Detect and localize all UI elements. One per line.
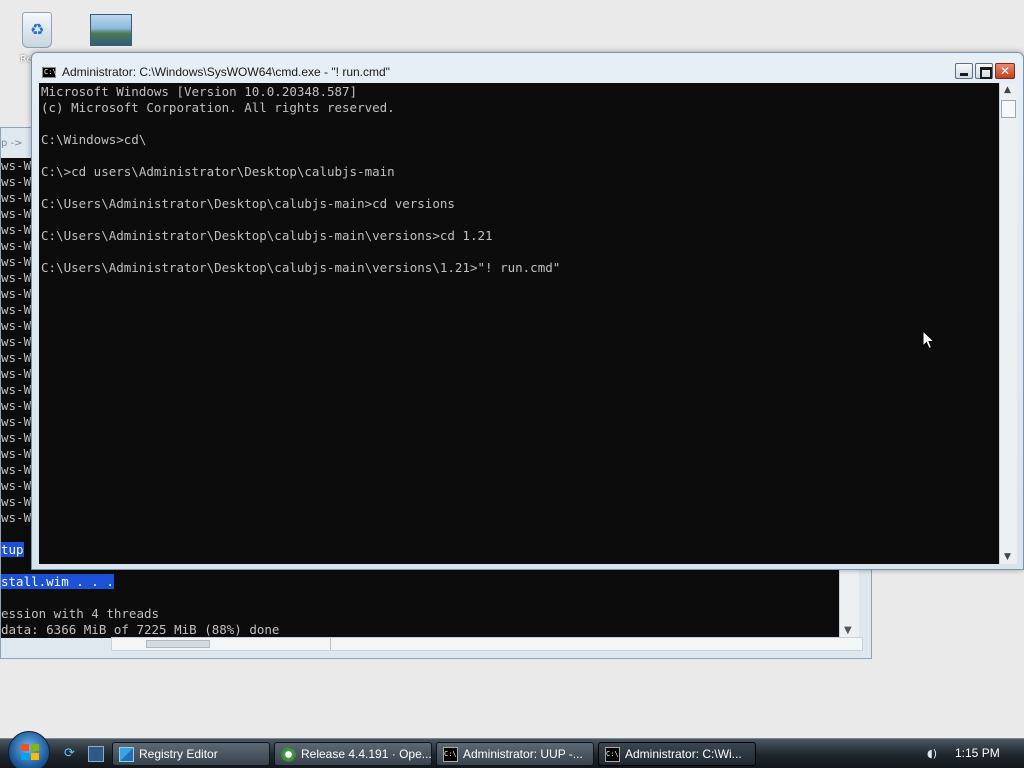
- background-console-line: ws-W: [1, 478, 32, 493]
- background-console-line: ws-W: [1, 350, 32, 365]
- cmd-title-bar[interactable]: C:\ Administrator: C:\Windows\SysWOW64\c…: [40, 59, 960, 83]
- background-console-line: ws-W: [1, 462, 32, 477]
- background-console-line: ws-W: [1, 398, 32, 413]
- background-console-line: ws-W: [1, 430, 32, 445]
- cmd-window-title: Administrator: C:\Windows\SysWOW64\cmd.e…: [62, 65, 390, 79]
- cmd-window[interactable]: C:\ Administrator: C:\Windows\SysWOW64\c…: [31, 52, 1024, 570]
- console-line: C:\Users\Administrator\Desktop\calubjs-m…: [41, 228, 493, 243]
- background-breadcrumb: p ->: [1, 138, 23, 149]
- background-highlight-setup: tup: [1, 542, 24, 557]
- background-console-line: ws-W: [1, 286, 32, 301]
- background-console-lines: ws-W ws-W ws-W ws-W ws-W ws-W ws-W ws-W ws-W ws-W…: [1, 158, 31, 526]
- background-console-line: ws-W: [1, 174, 32, 189]
- cmd-vertical-scrollbar[interactable]: ▲ ▼: [999, 83, 1017, 564]
- console-line: Microsoft Windows [Version 10.0.20348.58…: [41, 84, 358, 99]
- background-console-line: ws-W: [1, 334, 32, 349]
- background-console-line: ws-W: [1, 510, 32, 525]
- system-clock[interactable]: 1:15 PM: [955, 746, 1000, 760]
- mouse-cursor-icon: [922, 330, 936, 350]
- scroll-up-arrow-icon[interactable]: ▲: [1004, 85, 1011, 95]
- background-console-line: ws-W: [1, 190, 32, 205]
- cmd-console[interactable]: Microsoft Windows [Version 10.0.20348.58…: [39, 83, 999, 564]
- start-button[interactable]: [8, 731, 50, 768]
- recycle-bin-graphic: [22, 12, 52, 48]
- taskbar-item-registry-editor[interactable]: Registry Editor: [112, 742, 270, 766]
- horizontal-scroll-thumb[interactable]: [146, 640, 210, 648]
- console-line: C:\Users\Administrator\Desktop\calubjs-m…: [41, 260, 561, 275]
- background-threads-line: ession with 4 threads: [1, 606, 160, 621]
- taskbar-item-label: Release 4.4.191 · Ope...: [301, 747, 432, 761]
- taskbar: ⟳ Registry Editor Release 4.4.191 · Ope.…: [0, 731, 1024, 768]
- minimize-button[interactable]: [955, 63, 973, 79]
- scroll-down-arrow-icon[interactable]: ▼: [1004, 552, 1011, 562]
- background-console-line: ws-W: [1, 270, 32, 285]
- quick-launch-show-desktop-icon[interactable]: [88, 746, 104, 762]
- background-console-line: ws-W: [1, 254, 32, 269]
- taskbar-item-label: Administrator: C:\Wi...: [625, 747, 742, 761]
- close-button[interactable]: [995, 63, 1015, 79]
- background-console-line: ws-W: [1, 318, 32, 333]
- background-console-line: ws-W: [1, 446, 32, 461]
- background-highlight-install: stall.wim . . .: [1, 574, 114, 589]
- console-line: C:\>cd users\Administrator\Desktop\calub…: [41, 164, 395, 179]
- volume-icon[interactable]: ◖): [927, 747, 941, 761]
- taskbar-item-label: Administrator: UUP -...: [463, 747, 583, 761]
- background-console-line: ws-W: [1, 494, 32, 509]
- background-console-line: ws-W: [1, 382, 32, 397]
- maximize-button[interactable]: [975, 63, 993, 79]
- status-separator: [330, 638, 331, 650]
- taskbar-item-release[interactable]: Release 4.4.191 · Ope...: [274, 742, 432, 766]
- background-horizontal-scrollbar[interactable]: [111, 637, 863, 651]
- background-console-line: ws-W: [1, 222, 32, 237]
- console-line: (c) Microsoft Corporation. All rights re…: [41, 100, 395, 115]
- background-console-line: ws-W: [1, 366, 32, 381]
- browser-icon: [281, 747, 296, 762]
- background-console-line: ws-W: [1, 414, 32, 429]
- scroll-down-arrow-icon[interactable]: ▼: [844, 625, 852, 636]
- background-console-line: ws-W: [1, 302, 32, 317]
- background-progress-line: data: 6366 MiB of 7225 MiB (88%) done: [1, 622, 280, 637]
- vertical-scroll-thumb[interactable]: [1001, 100, 1016, 118]
- cmd-icon: C:\: [605, 747, 620, 762]
- console-line: C:\Users\Administrator\Desktop\calubjs-m…: [41, 196, 455, 211]
- quick-launch-browser-icon[interactable]: ⟳: [64, 746, 80, 762]
- cmd-icon: C:\: [443, 747, 458, 762]
- cmd-window-icon[interactable]: C:\: [42, 67, 57, 78]
- background-console-line: ws-W: [1, 206, 32, 221]
- windows-logo-icon: [21, 744, 39, 760]
- taskbar-item-uup-cmd[interactable]: C:\ Administrator: UUP -...: [436, 742, 594, 766]
- console-line: C:\Windows>cd\: [41, 132, 147, 147]
- picture-file-icon[interactable]: [90, 14, 132, 46]
- taskbar-item-label: Registry Editor: [139, 747, 218, 761]
- background-console-line: ws-W: [1, 238, 32, 253]
- background-console-line: ws-W: [1, 158, 32, 173]
- taskbar-item-admin-cmd[interactable]: C:\ Administrator: C:\Wi...: [598, 742, 756, 766]
- registry-icon: [119, 747, 134, 762]
